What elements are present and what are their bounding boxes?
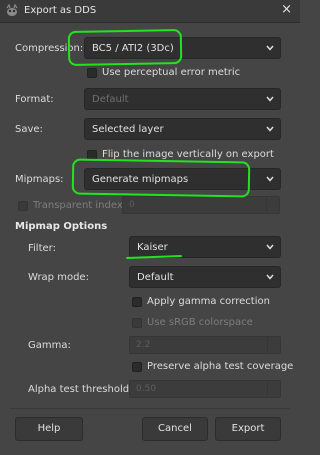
title-bar: Export as DDS × (0, 0, 300, 23)
srgb-label: Use sRGB colorspace (147, 317, 253, 328)
wrap-mode-combo[interactable]: Default (129, 266, 281, 288)
spinner-steps[interactable] (266, 197, 279, 213)
save-combo[interactable]: Selected layer (84, 118, 281, 140)
preserve-alpha-label: Preserve alpha test coverage (147, 361, 294, 372)
cancel-button[interactable]: Cancel (142, 417, 208, 441)
preserve-alpha-checkbox[interactable] (132, 362, 142, 372)
gamma-correction-checkbox[interactable] (132, 297, 142, 307)
spinner-steps[interactable] (267, 381, 280, 397)
compression-combo[interactable]: BC5 / ATI2 (3Dc) (84, 37, 281, 59)
transparent-index-label: Transparent index: (33, 200, 127, 211)
gimp-icon (6, 4, 18, 16)
gamma-label: Gamma: (28, 340, 71, 351)
transparent-index-spinner[interactable]: 0 (122, 196, 280, 214)
spinner-steps[interactable] (267, 337, 280, 353)
format-label: Format: (15, 94, 54, 105)
chevron-down-icon (266, 45, 274, 51)
chevron-down-icon (266, 274, 274, 280)
window-title: Export as DDS (24, 5, 97, 16)
chevron-down-icon (266, 96, 274, 102)
filter-label: Filter: (28, 243, 56, 254)
format-value: Default (92, 94, 129, 105)
save-value: Selected layer (92, 124, 164, 135)
chevron-down-icon (266, 126, 274, 132)
flip-vertical-checkbox[interactable] (87, 150, 97, 160)
close-icon[interactable]: × (281, 3, 292, 17)
srgb-checkbox[interactable] (132, 318, 142, 328)
flip-vertical-label: Flip the image vertically on export (102, 149, 274, 160)
mipmaps-combo[interactable]: Generate mipmaps (84, 168, 281, 190)
mipmaps-value: Generate mipmaps (92, 174, 189, 185)
gamma-correction-label: Apply gamma correction (147, 296, 270, 307)
transparent-index-checkbox[interactable] (18, 201, 28, 211)
wrap-mode-label: Wrap mode: (28, 272, 89, 283)
chevron-down-icon (266, 176, 274, 182)
transparent-index-value: 0 (129, 200, 135, 210)
button-separator (10, 408, 290, 409)
perceptual-metric-label: Use perceptual error metric (102, 67, 241, 78)
compression-value: BC5 / ATI2 (3Dc) (92, 43, 174, 54)
mipmap-options-heading: Mipmap Options (15, 221, 108, 232)
help-button[interactable]: Help (15, 417, 83, 441)
save-label: Save: (15, 124, 43, 135)
alpha-threshold-value: 0.50 (136, 384, 157, 394)
gamma-value: 2.2 (136, 340, 151, 350)
mipmaps-label: Mipmaps: (15, 174, 64, 185)
export-dds-dialog: Export as DDS × Compression: BC5 / ATI2 … (0, 0, 300, 455)
perceptual-metric-checkbox[interactable] (87, 68, 97, 78)
filter-value: Kaiser (137, 242, 168, 253)
chevron-down-icon (266, 244, 274, 250)
compression-label: Compression: (15, 43, 84, 54)
alpha-threshold-label: Alpha test threshold: (28, 384, 133, 395)
filter-combo[interactable]: Kaiser (129, 236, 281, 258)
export-button[interactable]: Export (215, 417, 281, 441)
gamma-spinner[interactable]: 2.2 (129, 336, 281, 354)
wrap-mode-value: Default (137, 272, 174, 283)
format-combo[interactable]: Default (84, 88, 281, 110)
alpha-threshold-spinner[interactable]: 0.50 (129, 380, 281, 398)
